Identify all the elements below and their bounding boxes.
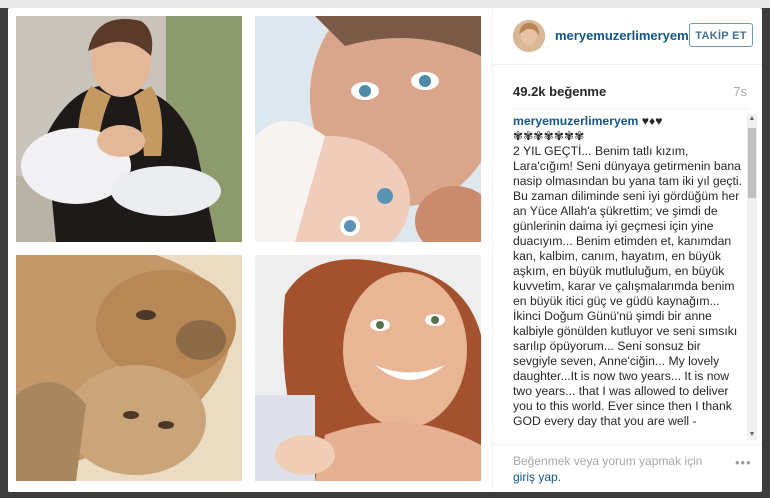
post-modal: meryemuzerlimeryem TAKİP ET 49.2k beğenm… [8,8,762,492]
login-prompt-text: Beğenmek veya yorum yapmak için [513,454,703,468]
caption-divider [513,108,749,109]
username-link[interactable]: meryemuzerlimeryem [555,28,689,43]
login-link[interactable]: giriş yap. [513,470,561,484]
like-count[interactable]: 49.2k beğenme [513,84,606,99]
collage-photo-lions [16,255,242,481]
caption-emojis-line-1: ♥♦♥ [641,114,663,128]
collage-photo-faces [255,16,481,242]
post-footer: Beğenmek veya yorum yapmak için giriş ya… [493,444,762,492]
scroll-thumb[interactable] [748,128,756,198]
overlay-bottom [0,492,770,498]
caption-text: 2 YIL GEÇTİ... Benim tatlı kızım, Lara'c… [513,144,742,428]
caption-emojis-line-2: ✾✾✾✾✾✾✾ [513,129,585,143]
post-caption: meryemuzerlimeryem ♥♦♥ ✾✾✾✾✾✾✾ 2 YIL GEÇ… [513,114,745,436]
collage-photo-mother-baby [16,16,242,242]
scroll-down-icon[interactable]: ▼ [747,430,757,440]
overlay-left [0,8,8,498]
post-media[interactable] [8,8,492,492]
avatar[interactable] [513,20,545,52]
post-time[interactable]: 7s [733,84,747,99]
collage-photo-smiling-woman [255,255,481,481]
caption-username[interactable]: meryemuzerlimeryem [513,114,638,128]
more-options-icon[interactable]: ••• [735,455,752,470]
follow-button[interactable]: TAKİP ET [689,23,753,47]
scroll-up-icon[interactable]: ▲ [747,114,757,124]
post-sidebar: meryemuzerlimeryem TAKİP ET 49.2k beğenm… [492,8,762,492]
login-prompt: Beğenmek veya yorum yapmak için giriş ya… [513,453,713,485]
background-page-strip [0,0,770,8]
post-header: meryemuzerlimeryem TAKİP ET [493,8,762,65]
caption-scrollbar[interactable]: ▲ ▼ [747,114,757,440]
overlay-right [762,8,770,498]
